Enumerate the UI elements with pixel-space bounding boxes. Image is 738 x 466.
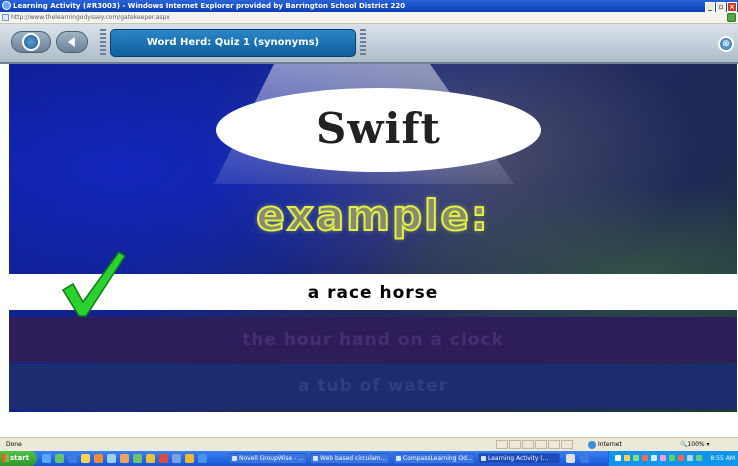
address-bar[interactable]: http://www.thelearningodyssey.com/gateke… [0,12,738,24]
taskbar-task-4[interactable]: Learning Activity (... [478,453,560,464]
quicklaunch-icon[interactable] [159,454,168,463]
system-tray: 8:55 AM [608,451,738,466]
windows-flag-icon [2,454,9,462]
window-title: Learning Activity (#R3003) - Windows Int… [13,2,406,10]
example-label: example: [255,190,490,241]
taskbar-task-1[interactable]: Novell GroupWise - ... [229,453,307,464]
tray-icon[interactable] [615,455,621,461]
home-button[interactable] [11,31,51,53]
tray-icon[interactable] [633,455,639,461]
tray-icon[interactable] [651,455,657,461]
quicklaunch-icon[interactable] [42,454,51,463]
zone-label: Internet [598,441,622,448]
home-icon [22,33,40,51]
tray-icon[interactable] [687,455,693,461]
minimize-button[interactable]: _ [705,2,715,12]
quicklaunch-icon[interactable] [94,454,103,463]
word-oval: Swift [216,88,541,172]
address-url: http://www.thelearningodyssey.com/gateke… [11,14,170,21]
drag-handle-left [100,29,106,55]
start-button[interactable]: start [0,451,37,466]
tray-icon[interactable] [642,455,648,461]
tray-icon[interactable] [660,455,666,461]
exit-button[interactable]: ⊗ [718,36,734,52]
check-icon [61,250,127,317]
quicklaunch-icon[interactable] [81,454,90,463]
quicklaunch-icon[interactable] [107,454,116,463]
tray-icon[interactable] [678,455,684,461]
tray-icon[interactable] [624,455,630,461]
status-text: Done [6,441,22,448]
drag-handle-right [360,29,366,55]
taskbar-task-2[interactable]: Web based circulam... [310,453,390,464]
status-bar: Done Internet 🔍100% ▾ [0,437,738,451]
quicklaunch-icon[interactable] [120,454,129,463]
taskbar-task-3[interactable]: CompassLearning Od... [393,453,475,464]
window-title-bar: Learning Activity (#R3003) - Windows Int… [0,0,738,12]
zoom-level[interactable]: 🔍100% ▾ [680,438,710,451]
back-icon [67,37,75,47]
back-button[interactable] [56,31,88,53]
answer-option-2[interactable]: the hour hand on a clock [9,317,737,363]
quicklaunch-icon[interactable] [198,454,207,463]
quicklaunch-icon[interactable] [146,454,155,463]
quicklaunch-icon[interactable] [68,454,77,463]
ie-icon [2,1,11,10]
close-button[interactable]: × [727,2,737,12]
quicklaunch-icon[interactable] [185,454,194,463]
quiz-stage: Swift example: a race horse the hour han… [9,64,737,412]
quicklaunch-icon[interactable] [133,454,142,463]
security-zone[interactable]: Internet [588,438,622,451]
clock: 8:55 AM [710,455,735,462]
page-icon [2,14,9,21]
taskbar: start Novell GroupWise - ... Web based c… [0,451,738,466]
quicklaunch-icon[interactable] [55,454,64,463]
quiz-word: Swift [316,104,441,153]
tray-icon[interactable] [669,455,675,461]
activity-title: Word Herd: Quiz 1 (synonyms) [110,29,356,57]
tray-icon[interactable] [580,454,589,463]
quicklaunch-icon[interactable] [172,454,181,463]
tray-icon[interactable] [696,455,702,461]
tray-icon[interactable] [566,454,575,463]
exit-icon: ⊗ [722,39,730,49]
answer-option-3[interactable]: a tub of water [9,364,737,409]
go-icon[interactable] [727,13,736,22]
globe-icon [588,440,596,449]
activity-navbar: Word Herd: Quiz 1 (synonyms) ⊗ [0,24,738,64]
maximize-button[interactable]: ▫ [716,2,726,12]
